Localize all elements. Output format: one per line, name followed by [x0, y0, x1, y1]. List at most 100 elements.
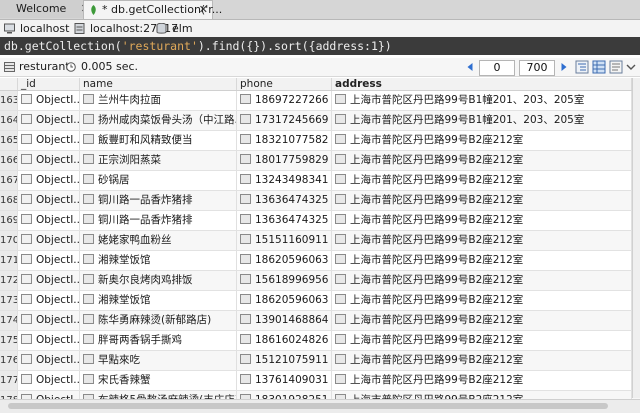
header-address[interactable]: address: [332, 78, 632, 90]
cell-name[interactable]: 正宗浏阳蒸菜: [80, 151, 237, 170]
text-view-icon[interactable]: [609, 60, 623, 74]
horizontal-scrollbar[interactable]: [0, 399, 640, 413]
table-row[interactable]: 166 ObjectI... 正宗浏阳蒸菜 18017759829 1... 上海市普陀…: [0, 151, 640, 171]
tab-query[interactable]: * db.getCollection('r... ✕: [83, 0, 222, 19]
cell-id[interactable]: ObjectI...: [18, 291, 80, 310]
cell-address[interactable]: 上海市普陀区丹巴路99号B2座212室: [332, 191, 632, 210]
cell-id[interactable]: ObjectI...: [18, 371, 80, 390]
cell-address[interactable]: 上海市普陀区丹巴路99号B2座212室: [332, 151, 632, 170]
cell-name[interactable]: 胖哥两香锅手撕鸡: [80, 331, 237, 350]
cell-address[interactable]: 上海市普陀区丹巴路99号B1幢201、203、205室: [332, 111, 632, 130]
cell-address[interactable]: 上海市普陀区丹巴路99号B2座212室: [332, 331, 632, 350]
cell-name[interactable]: 早點來吃: [80, 351, 237, 370]
cell-name[interactable]: 飯豐町和风精致便当: [80, 131, 237, 150]
cell-id[interactable]: ObjectI...: [18, 251, 80, 270]
cell-address[interactable]: 上海市普陀区丹巴路99号B2座212室: [332, 271, 632, 290]
cell-address[interactable]: 上海市普陀区丹巴路99号B2座212室: [332, 231, 632, 250]
cell-name[interactable]: 扬州咸肉菜饭骨头汤（中江路...: [80, 111, 237, 130]
cell-id[interactable]: ObjectI...: [18, 351, 80, 370]
tab-welcome[interactable]: Welcome ✕: [0, 0, 95, 18]
table-row[interactable]: 174 ObjectI... 陈华勇麻辣烫(新郁路店) 13901468864 1..…: [0, 311, 640, 331]
connection-host[interactable]: localhost: [4, 20, 70, 37]
cell-name[interactable]: 姥姥家鸭血粉丝: [80, 231, 237, 250]
string-icon: [335, 194, 346, 204]
tree-view-icon[interactable]: [575, 60, 589, 74]
cell-phone[interactable]: 13636474325 1...: [237, 211, 332, 230]
cell-id[interactable]: ObjectI...: [18, 231, 80, 250]
cell-id[interactable]: ObjectI...: [18, 271, 80, 290]
horizontal-scrollbar-thumb[interactable]: [8, 403, 608, 409]
cell-address[interactable]: 上海市普陀区丹巴路99号B2座212室: [332, 251, 632, 270]
cell-phone[interactable]: 18017759829 1...: [237, 151, 332, 170]
connection-server[interactable]: localhost:27017: [74, 20, 178, 37]
cell-phone[interactable]: 18620596063 0...: [237, 291, 332, 310]
vertical-scrollbar[interactable]: [632, 78, 640, 398]
cell-address[interactable]: 上海市普陀区丹巴路99号B1幢201、203、205室: [332, 91, 632, 110]
table-row[interactable]: 164 ObjectI... 扬州咸肉菜饭骨头汤（中江路... 17317245669…: [0, 111, 640, 131]
cell-address[interactable]: 上海市普陀区丹巴路99号B2座212室: [332, 291, 632, 310]
table-row[interactable]: 175 ObjectI... 胖哥两香锅手撕鸡 18616024826 上海市普陀区丹巴…: [0, 331, 640, 351]
table-row[interactable]: 172 ObjectI... 新奥尔良烤肉鸡排饭 15618996956 1... 上海…: [0, 271, 640, 291]
page-prev-icon[interactable]: [463, 60, 477, 74]
cell-id[interactable]: ObjectI...: [18, 191, 80, 210]
cell-name[interactable]: 湘辣堂饭馆: [80, 251, 237, 270]
table-view-icon[interactable]: [592, 60, 606, 74]
cell-id[interactable]: ObjectI...: [18, 111, 80, 130]
table-row[interactable]: 165 ObjectI... 飯豐町和风精致便当 18321077582 1... 上海…: [0, 131, 640, 151]
cell-name[interactable]: 铜川路一品香炸猪排: [80, 211, 237, 230]
table-row[interactable]: 168 ObjectI... 铜川路一品香炸猪排 13636474325 1... 上海…: [0, 191, 640, 211]
page-start-input[interactable]: [479, 60, 515, 76]
cell-address[interactable]: 上海市普陀区丹巴路99号B2座212室: [332, 311, 632, 330]
page-size-input[interactable]: [519, 60, 555, 76]
cell-phone[interactable]: 18620596063 0...: [237, 251, 332, 270]
cell-id[interactable]: ObjectI...: [18, 171, 80, 190]
query-editor[interactable]: db.getCollection('resturant').find({}).s…: [0, 37, 640, 55]
table-row[interactable]: 176 ObjectI... 早點來吃 15121075911 上海市普陀区丹巴路99号…: [0, 351, 640, 371]
cell-id[interactable]: ObjectI...: [18, 331, 80, 350]
table-row[interactable]: 170 ObjectI... 姥姥家鸭血粉丝 15151160911 上海市普陀区丹巴路…: [0, 231, 640, 251]
cell-name[interactable]: 新奥尔良烤肉鸡排饭: [80, 271, 237, 290]
table-row[interactable]: 177 ObjectI... 宋氏香辣蟹 13761409031 上海市普陀区丹巴路99…: [0, 371, 640, 391]
more-icon[interactable]: [625, 60, 637, 74]
string-icon: [83, 374, 94, 384]
header-phone[interactable]: phone: [237, 78, 332, 90]
cell-phone[interactable]: 15151160911: [237, 231, 332, 250]
cell-id[interactable]: ObjectI...: [18, 151, 80, 170]
cell-address-value: 上海市普陀区丹巴路99号B2座212室: [350, 174, 524, 186]
cell-name[interactable]: 兰州牛肉拉面: [80, 91, 237, 110]
cell-name[interactable]: 湘辣堂饭馆: [80, 291, 237, 310]
cell-address[interactable]: 上海市普陀区丹巴路99号B2座212室: [332, 171, 632, 190]
cell-address[interactable]: 上海市普陀区丹巴路99号B2座212室: [332, 211, 632, 230]
cell-phone[interactable]: 17317245669: [237, 111, 332, 130]
table-row[interactable]: 167 ObjectI... 砂锅居 13243498341 上海市普陀区丹巴路99号B…: [0, 171, 640, 191]
page-next-icon[interactable]: [557, 60, 571, 74]
cell-id[interactable]: ObjectI...: [18, 211, 80, 230]
cell-address[interactable]: 上海市普陀区丹巴路99号B2座212室: [332, 131, 632, 150]
cell-name[interactable]: 砂锅居: [80, 171, 237, 190]
table-row[interactable]: 169 ObjectI... 铜川路一品香炸猪排 13636474325 1... 上海…: [0, 211, 640, 231]
cell-phone[interactable]: 15121075911: [237, 351, 332, 370]
cell-phone[interactable]: 13636474325 1...: [237, 191, 332, 210]
cell-phone[interactable]: 13901468864 1...: [237, 311, 332, 330]
cell-phone[interactable]: 18697227266: [237, 91, 332, 110]
cell-address[interactable]: 上海市普陀区丹巴路99号B2座212室: [332, 371, 632, 390]
cell-name[interactable]: 陈华勇麻辣烫(新郁路店): [80, 311, 237, 330]
close-icon[interactable]: ✕: [199, 1, 208, 19]
cell-id[interactable]: ObjectI...: [18, 91, 80, 110]
cell-address[interactable]: 上海市普陀区丹巴路99号B2座212室: [332, 351, 632, 370]
cell-phone[interactable]: 15618996956 1...: [237, 271, 332, 290]
table-row[interactable]: 173 ObjectI... 湘辣堂饭馆 18620596063 0... 上海市普陀区…: [0, 291, 640, 311]
cell-phone[interactable]: 13243498341: [237, 171, 332, 190]
table-row[interactable]: 163 ObjectI... 兰州牛肉拉面 18697227266 上海市普陀区丹巴路9…: [0, 91, 640, 111]
cell-name[interactable]: 宋氏香辣蟹: [80, 371, 237, 390]
cell-id[interactable]: ObjectI...: [18, 131, 80, 150]
cell-phone[interactable]: 18616024826: [237, 331, 332, 350]
connection-db[interactable]: elm: [156, 20, 206, 37]
table-row[interactable]: 171 ObjectI... 湘辣堂饭馆 18620596063 0... 上海市普陀区…: [0, 251, 640, 271]
cell-name[interactable]: 铜川路一品香炸猪排: [80, 191, 237, 210]
cell-phone[interactable]: 18321077582 1...: [237, 131, 332, 150]
cell-phone[interactable]: 13761409031: [237, 371, 332, 390]
cell-id[interactable]: ObjectI...: [18, 311, 80, 330]
header-name[interactable]: name: [80, 78, 237, 90]
header-id[interactable]: _id: [18, 78, 80, 90]
